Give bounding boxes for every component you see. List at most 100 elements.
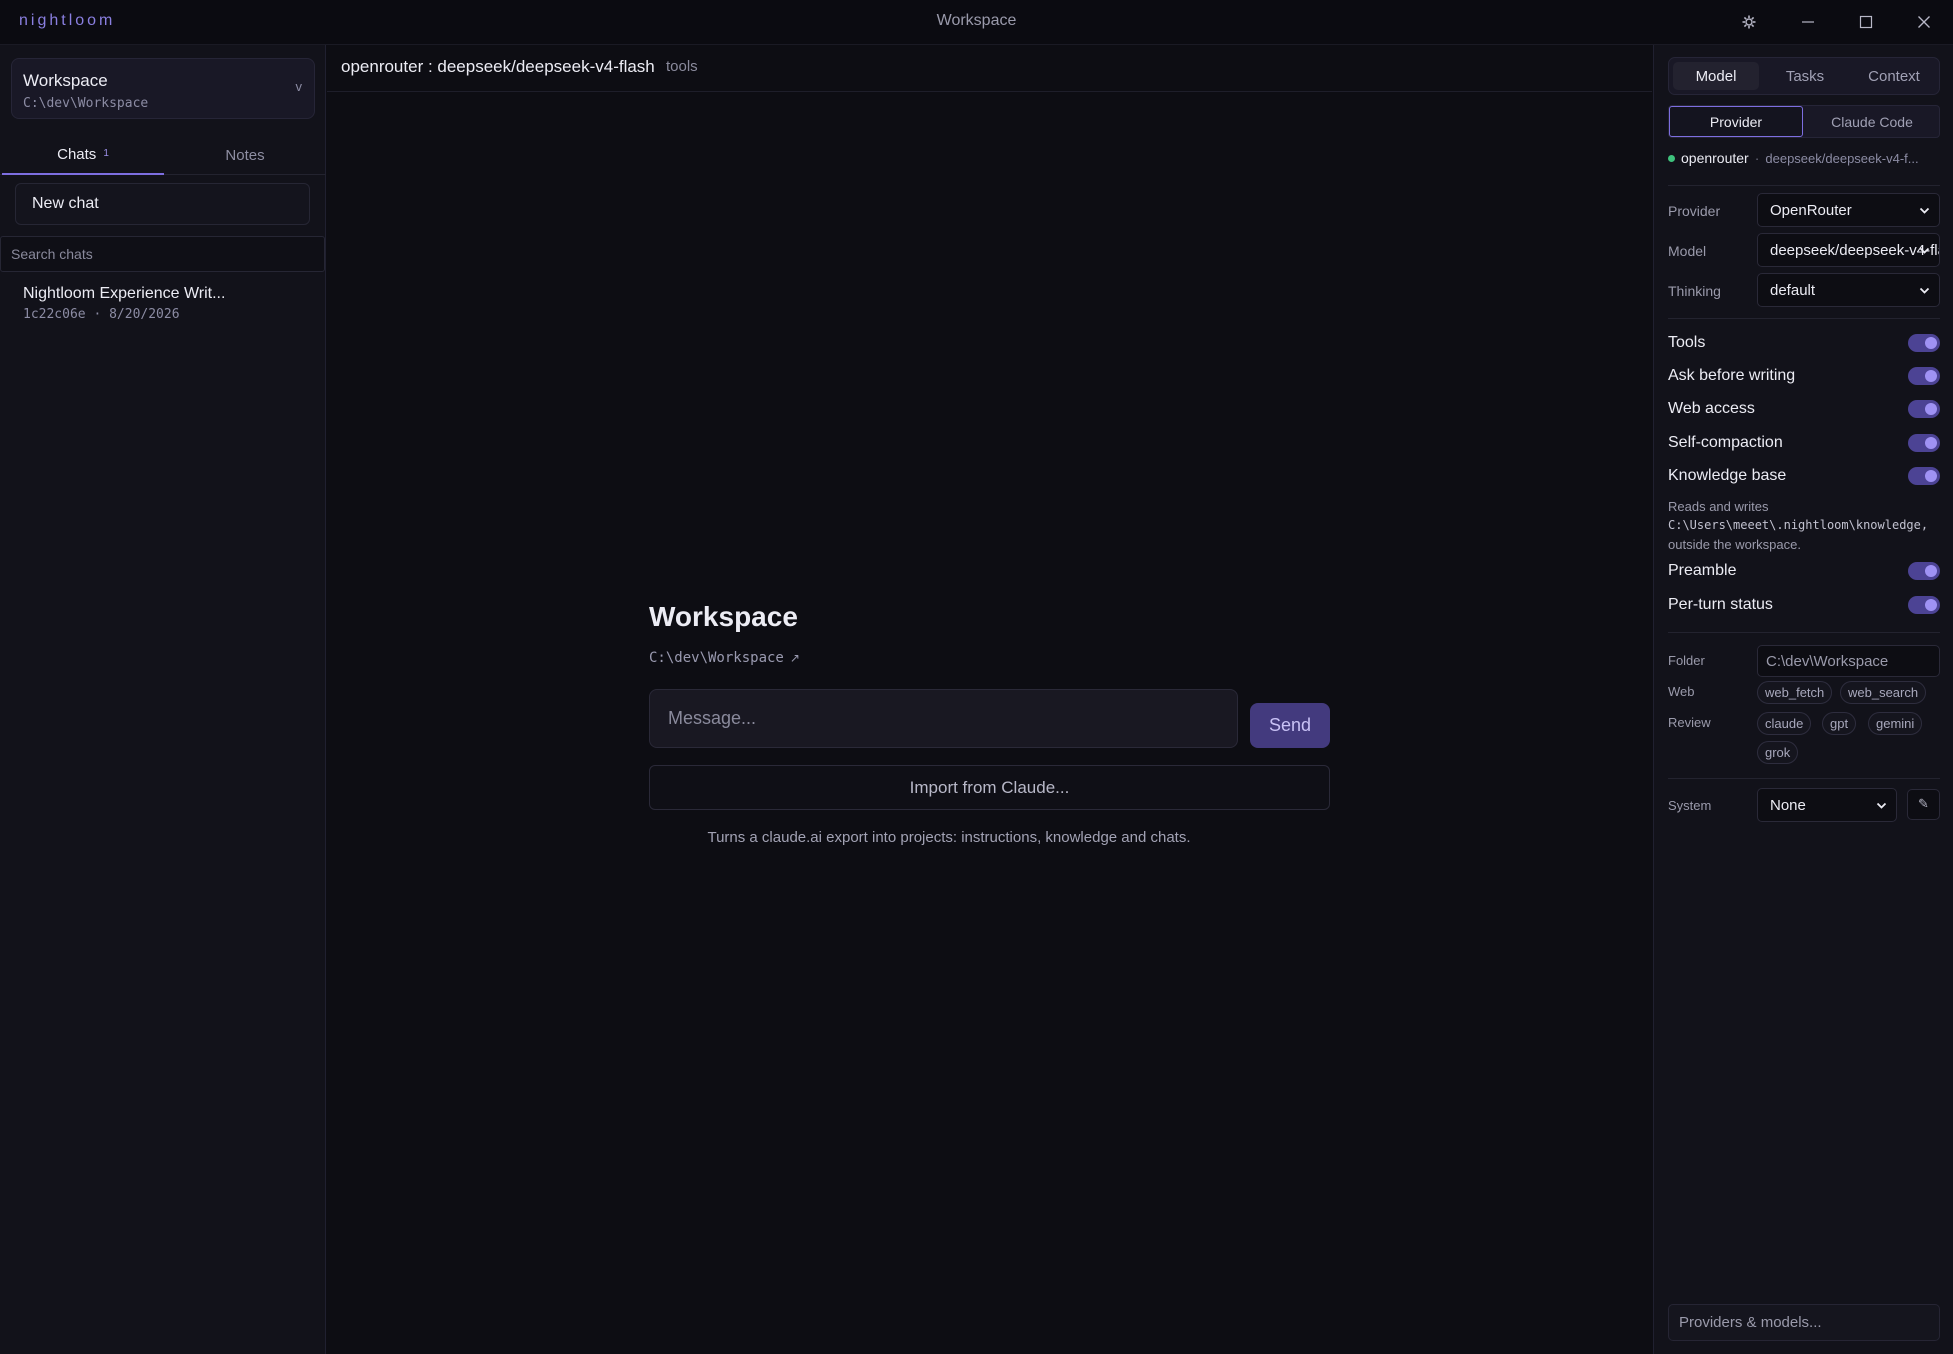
tab-notes[interactable]: Notes: [164, 135, 326, 175]
tab-model[interactable]: Model: [1673, 62, 1759, 90]
preamble-label: Preamble: [1668, 562, 1737, 579]
settings-panel: Model Tasks Context Provider Claude Code…: [1653, 45, 1953, 1354]
panel-tabs: Model Tasks Context: [1668, 57, 1940, 95]
thinking-select[interactable]: default: [1757, 273, 1940, 307]
web-search-chip[interactable]: web_search: [1840, 681, 1927, 704]
chevron-down-icon: [1876, 802, 1887, 809]
kb-note-path: C:\Users\meeet\.nightloom\knowledge,: [1668, 518, 1929, 532]
web-access-label: Web access: [1668, 400, 1755, 417]
model-value: deepseek/deepseek-v4-flash: [1770, 241, 1939, 259]
chevron-down-icon: [1919, 287, 1930, 294]
review-gpt-chip[interactable]: gpt: [1822, 712, 1857, 735]
workspace-switcher[interactable]: Workspace C:\dev\Workspace v: [11, 58, 315, 119]
page-title: Workspace: [649, 601, 798, 632]
chat-header: openrouter : deepseek/deepseek-v4-flash …: [327, 45, 1652, 92]
active-model-label: openrouter : deepseek/deepseek-v4-flash: [341, 57, 655, 76]
import-help-text: Turns a claude.ai export into projects: …: [707, 829, 1191, 846]
new-chat-button[interactable]: New chat: [15, 183, 310, 225]
kb-note-suffix: outside the workspace.: [1668, 537, 1801, 552]
tab-chats[interactable]: Chats 1: [2, 135, 164, 175]
thinking-label: Thinking: [1668, 283, 1721, 299]
pencil-icon: ✎: [1918, 797, 1929, 812]
review-grok-chip[interactable]: grok: [1757, 741, 1799, 764]
ask-before-writing-row: Ask before writing: [1668, 365, 1940, 387]
per-turn-status-label: Per-turn status: [1668, 596, 1773, 613]
knowledge-base-note: Reads and writes C:\Users\meeet\.nightlo…: [1668, 497, 1940, 554]
workspace-name: Workspace: [23, 71, 108, 90]
self-compaction-toggle[interactable]: [1908, 434, 1940, 452]
import-from-claude-button[interactable]: Import from Claude...: [649, 765, 1330, 810]
gear-icon[interactable]: [1729, 8, 1769, 36]
tab-context[interactable]: Context: [1851, 62, 1937, 90]
folder-field[interactable]: C:\dev\Workspace: [1757, 645, 1940, 677]
knowledge-base-label: Knowledge base: [1668, 467, 1787, 484]
provider-select[interactable]: OpenRouter: [1757, 193, 1940, 227]
search-chats-input[interactable]: [0, 236, 325, 272]
tools-row: Tools: [1668, 332, 1940, 354]
ask-before-writing-label: Ask before writing: [1668, 367, 1796, 384]
status-separator: ·: [1754, 150, 1760, 166]
tools-toggle[interactable]: [1908, 334, 1940, 352]
per-turn-status-row: Per-turn status: [1668, 594, 1940, 616]
minimize-icon[interactable]: [1788, 8, 1828, 36]
send-button[interactable]: Send: [1250, 703, 1330, 748]
workspace-path: C:\dev\Workspace: [23, 96, 149, 111]
status-dot-icon: [1668, 155, 1675, 162]
system-value: None: [1770, 796, 1806, 814]
folder-label: Folder: [1668, 653, 1705, 668]
sidebar-tabs: Chats 1 Notes: [0, 135, 326, 175]
chats-count-badge: 1: [103, 147, 109, 159]
model-label: Model: [1668, 243, 1707, 259]
providers-models-button[interactable]: Providers & models...: [1668, 1304, 1940, 1341]
edit-system-button[interactable]: ✎: [1907, 789, 1940, 820]
external-link-icon: ↗: [789, 651, 800, 665]
thinking-value: default: [1770, 281, 1816, 299]
title-bar: nightloom Workspace: [0, 0, 1953, 45]
web-access-toggle[interactable]: [1908, 400, 1940, 418]
divider: [1668, 778, 1940, 779]
system-select[interactable]: None: [1757, 788, 1897, 822]
list-item[interactable]: Nightloom Experience Writ... 1c22c06e · …: [0, 277, 326, 329]
connection-status: openrouter · deepseek/deepseek-v4-f...: [1668, 150, 1940, 166]
tab-claude-code[interactable]: Claude Code: [1805, 106, 1939, 137]
preamble-toggle[interactable]: [1908, 562, 1940, 580]
chevron-down-icon: [1919, 207, 1930, 214]
per-turn-status-toggle[interactable]: [1908, 596, 1940, 614]
maximize-icon[interactable]: [1846, 8, 1886, 36]
web-access-row: Web access: [1668, 398, 1940, 420]
tools-tag: tools: [666, 58, 698, 75]
divider: [1668, 318, 1940, 319]
kb-note-prefix: Reads and writes: [1668, 499, 1769, 514]
divider: [1668, 632, 1940, 633]
tab-chats-label: Chats: [57, 145, 97, 163]
workspace-path-link[interactable]: C:\dev\Workspace ↗: [649, 650, 800, 666]
status-model: deepseek/deepseek-v4-f...: [1765, 151, 1919, 166]
knowledge-base-toggle[interactable]: [1908, 467, 1940, 485]
tab-notes-label: Notes: [225, 146, 265, 164]
main-area: openrouter : deepseek/deepseek-v4-flash …: [327, 45, 1652, 1354]
sidebar: Workspace C:\dev\Workspace v Chats 1 Not…: [0, 45, 326, 1354]
ask-before-writing-toggle[interactable]: [1908, 367, 1940, 385]
review-claude-chip[interactable]: claude: [1757, 712, 1812, 735]
review-gemini-chip[interactable]: gemini: [1868, 712, 1923, 735]
status-provider: openrouter: [1681, 150, 1749, 166]
knowledge-base-row: Knowledge base: [1668, 465, 1940, 487]
model-select[interactable]: deepseek/deepseek-v4-flash: [1757, 233, 1940, 267]
tab-tasks[interactable]: Tasks: [1762, 62, 1848, 90]
message-input[interactable]: [649, 689, 1238, 748]
web-fetch-chip[interactable]: web_fetch: [1757, 681, 1833, 704]
divider: [1668, 185, 1940, 186]
chat-title: Nightloom Experience Writ...: [23, 285, 226, 302]
review-label: Review: [1668, 715, 1711, 730]
mode-tabs: Provider Claude Code: [1668, 105, 1940, 138]
chevron-down-icon: [1919, 247, 1930, 254]
window-title: Workspace: [936, 12, 1017, 29]
self-compaction-label: Self-compaction: [1668, 434, 1783, 451]
provider-label: Provider: [1668, 203, 1721, 219]
workspace-path-text: C:\dev\Workspace: [649, 650, 784, 666]
preamble-row: Preamble: [1668, 560, 1940, 582]
close-icon[interactable]: [1904, 8, 1944, 36]
tab-provider[interactable]: Provider: [1669, 106, 1803, 137]
system-label: System: [1668, 798, 1712, 813]
self-compaction-row: Self-compaction: [1668, 432, 1940, 454]
